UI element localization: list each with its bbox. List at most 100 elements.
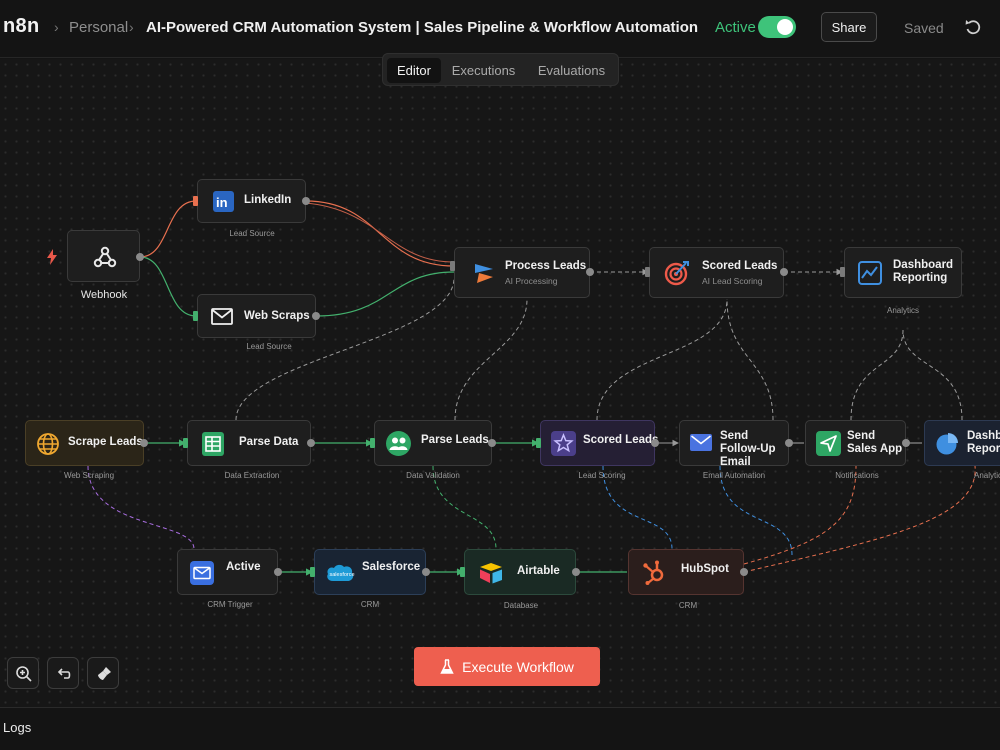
node-title: LinkedIn [244, 194, 292, 206]
edge-linkedin-process-2 [305, 202, 455, 263]
logs-label: Logs [3, 720, 32, 735]
input-port[interactable] [183, 438, 188, 448]
tidy-up-button[interactable] [87, 657, 119, 689]
node-salesforce[interactable]: salesforce Salesforce [314, 549, 426, 595]
node-send-sales-app[interactable]: Send Sales App [805, 420, 906, 466]
input-port[interactable] [370, 438, 375, 448]
zoom-in-icon [16, 666, 32, 682]
output-port[interactable] [136, 253, 144, 261]
node-caption: CRM [678, 601, 698, 610]
node-parse-leads[interactable]: Parse Leads [374, 420, 492, 466]
node-title: Process Leads [505, 260, 587, 272]
output-port[interactable] [488, 439, 496, 447]
view-tabs: Editor Executions Evaluations [382, 53, 619, 86]
webhook-icon [93, 246, 117, 268]
input-port[interactable] [645, 267, 650, 277]
chevron-right-icon: › [54, 19, 59, 35]
node-caption: Data Validation [406, 471, 460, 480]
node-linkedin[interactable]: in LinkedIn [197, 179, 306, 223]
node-dashboard-reporting-right[interactable]: Dashboard Reporting [924, 420, 1000, 466]
output-port[interactable] [780, 268, 788, 276]
edge-scoredmid-scoredtop [596, 298, 728, 421]
node-parse-data[interactable]: Parse Data [187, 420, 311, 466]
breadcrumb-personal[interactable]: Personal [69, 19, 128, 36]
edge-webhook-linkedin [139, 200, 197, 258]
n8n-logo[interactable]: n8n [3, 15, 39, 38]
edge-hubspot-salesapp [743, 465, 857, 565]
node-caption: CRM [360, 600, 380, 609]
output-port[interactable] [651, 439, 659, 447]
output-port[interactable] [572, 568, 580, 576]
node-scored-leads[interactable]: Scored Leads [540, 420, 658, 466]
active-toggle[interactable] [758, 16, 796, 38]
node-dashboard-reporting-top[interactable]: Dashboard Reporting [844, 247, 962, 298]
undo-button[interactable] [47, 657, 79, 689]
node-webhook-label: Webhook [80, 289, 128, 301]
node-title: Web Scraps [244, 310, 310, 322]
edge-hubspot-dashright [743, 465, 976, 573]
output-port[interactable] [422, 568, 430, 576]
node-title: Active [226, 561, 261, 573]
tab-evaluations[interactable]: Evaluations [528, 58, 615, 83]
node-hubspot[interactable]: HubSpot [628, 549, 744, 595]
node-caption: CRM Trigger [207, 600, 253, 609]
node-airtable[interactable]: Airtable [464, 549, 576, 595]
output-port[interactable] [586, 268, 594, 276]
tab-executions[interactable]: Executions [445, 58, 522, 83]
node-title: Parse Leads [421, 434, 489, 446]
node-subtitle: AI Processing [505, 276, 558, 286]
node-caption: Analytics [886, 306, 920, 315]
node-web-scraps[interactable]: Web Scraps [197, 294, 316, 338]
node-scored-leads-ai[interactable]: Scored Leads AI Lead Scoring [649, 247, 784, 298]
node-title: Send Sales App [847, 430, 903, 455]
input-port[interactable] [460, 567, 465, 577]
node-caption: Analytics [973, 471, 1000, 480]
execute-workflow-button[interactable]: Execute Workflow [414, 647, 600, 686]
mail-icon [211, 308, 233, 325]
edge-followup-scoredtop [726, 298, 774, 421]
node-title: Scored Leads [702, 260, 778, 272]
node-caption: Lead Source [246, 342, 292, 351]
output-port[interactable] [274, 568, 282, 576]
node-caption: Email Automation [702, 471, 766, 480]
node-process-leads[interactable]: Process Leads AI Processing [454, 247, 590, 298]
brush-icon [98, 667, 111, 680]
airtable-icon [480, 563, 502, 584]
flask-icon [440, 658, 454, 674]
node-caption: Web Scraping [63, 471, 115, 480]
output-port[interactable] [740, 568, 748, 576]
pie-icon [936, 433, 958, 455]
node-caption: Lead Scoring [578, 471, 626, 480]
tab-editor[interactable]: Editor [387, 58, 441, 83]
workflow-title[interactable]: AI-Powered CRM Automation System | Sales… [146, 19, 698, 36]
node-webhook[interactable] [67, 230, 140, 282]
node-caption: Data Extraction [224, 471, 280, 480]
input-port[interactable] [193, 311, 198, 321]
output-port[interactable] [307, 439, 315, 447]
output-port[interactable] [140, 439, 148, 447]
logs-panel[interactable]: Logs [0, 707, 1000, 750]
input-port[interactable] [450, 261, 455, 271]
node-title: Airtable [517, 565, 560, 577]
salesforce-icon: salesforce [327, 564, 355, 581]
workflow-canvas[interactable] [0, 59, 1000, 707]
output-port[interactable] [312, 312, 320, 320]
edge-webhook-webscraps [139, 256, 197, 317]
node-scrape-leads[interactable]: Scrape Leads [25, 420, 144, 466]
undo-icon[interactable] [963, 17, 983, 37]
zoom-in-button[interactable] [7, 657, 39, 689]
output-port[interactable] [902, 439, 910, 447]
active-status-label: Active [715, 19, 756, 36]
output-port[interactable] [785, 439, 793, 447]
input-port[interactable] [536, 438, 541, 448]
node-title: Parse Data [239, 436, 299, 448]
input-port[interactable] [193, 196, 198, 206]
toggle-knob [777, 19, 793, 35]
node-active-crm-trigger[interactable]: Active [177, 549, 278, 595]
output-port[interactable] [302, 197, 310, 205]
input-port[interactable] [840, 267, 845, 277]
share-button[interactable]: Share [821, 12, 877, 42]
node-send-follow-up-email[interactable]: Send Follow-Up Email [679, 420, 789, 468]
execute-label: Execute Workflow [462, 658, 574, 675]
input-port[interactable] [310, 567, 315, 577]
